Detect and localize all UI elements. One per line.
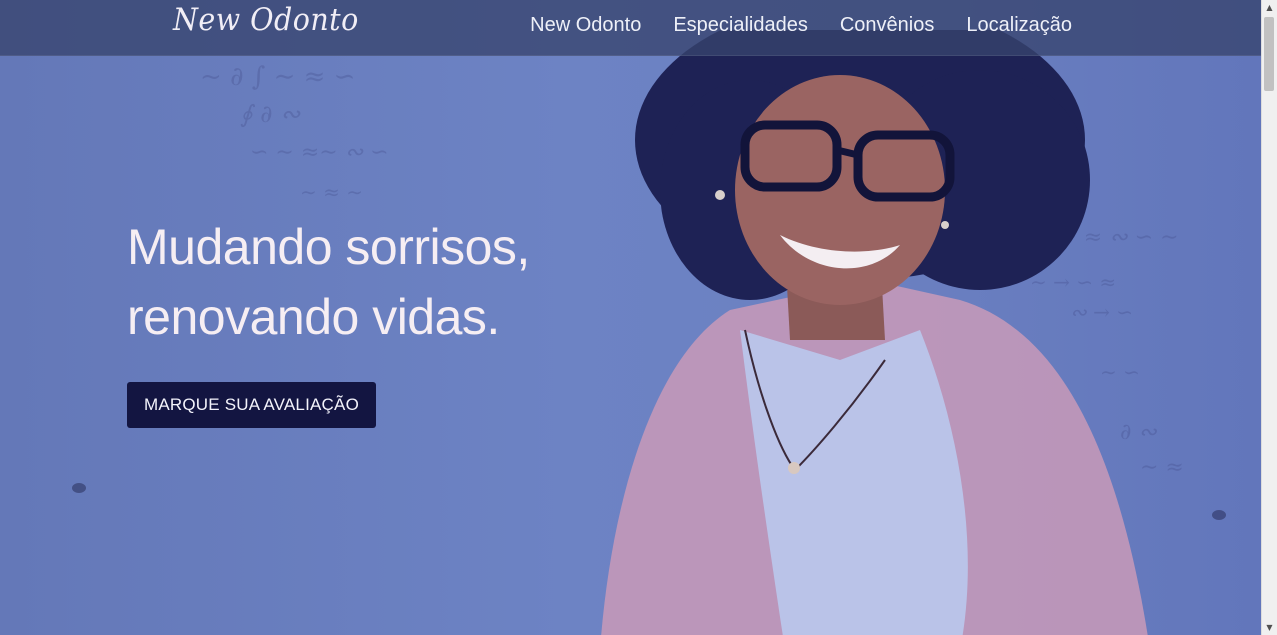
nav-links: New Odonto Especialidades Convênios Loca… [530, 14, 1072, 37]
scrollbar-thumb[interactable] [1264, 17, 1274, 91]
triangle-down-icon[interactable]: ▼ [1262, 620, 1277, 635]
hero-title: Mudando sorrisos, renovando vidas. [127, 212, 530, 352]
hero-title-line-2: renovando vidas. [127, 289, 500, 345]
nav-link-localizacao[interactable]: Localização [966, 14, 1072, 37]
nav-link-new-odonto[interactable]: New Odonto [530, 14, 641, 37]
brand-logo[interactable]: New Odonto [173, 2, 359, 38]
triangle-up-icon[interactable]: ▲ [1262, 0, 1277, 15]
top-navbar: New Odonto New Odonto Especialidades Con… [0, 0, 1262, 56]
hero-content: Mudando sorrisos, renovando vidas. MARQU… [127, 212, 530, 428]
nav-link-convenios[interactable]: Convênios [840, 14, 935, 37]
hero-title-line-1: Mudando sorrisos, [127, 219, 530, 275]
hero-section: ~ ∂ ∫ ∼ ≈ ∽ ∮ ∂ ∾ ∽ ∼ ≈∼ ∾ ∽ ∼ ≈ ∼ ∂ ∼ ≈… [0, 0, 1262, 635]
schedule-evaluation-button[interactable]: MARQUE SUA AVALIAÇÃO [127, 382, 376, 428]
nav-link-especialidades[interactable]: Especialidades [673, 14, 808, 37]
hero-photo-woman [540, 30, 1180, 635]
vertical-scrollbar[interactable]: ▲ ▼ [1261, 0, 1277, 635]
